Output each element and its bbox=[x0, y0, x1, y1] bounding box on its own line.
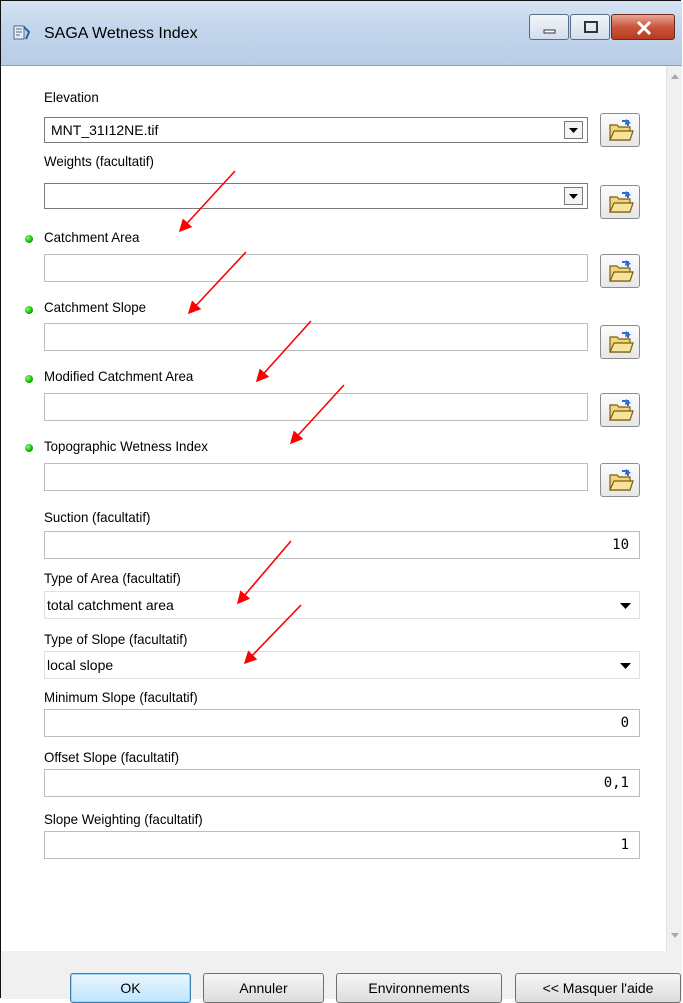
scroll-up-icon[interactable] bbox=[670, 72, 680, 80]
environments-button[interactable]: Environnements bbox=[336, 973, 502, 1003]
elevation-label: Elevation bbox=[44, 89, 99, 105]
open-folder-icon bbox=[609, 260, 634, 282]
type-of-slope-label: Type of Slope (facultatif) bbox=[44, 631, 188, 647]
minimum-slope-value: 0 bbox=[620, 715, 629, 731]
suction-label: Suction (facultatif) bbox=[44, 509, 151, 525]
offset-slope-value: 0,1 bbox=[603, 775, 629, 791]
cancel-button[interactable]: Annuler bbox=[203, 973, 324, 1003]
chevron-down-icon bbox=[620, 663, 631, 669]
type-of-slope-select[interactable]: local slope bbox=[44, 651, 640, 679]
type-of-area-label: Type of Area (facultatif) bbox=[44, 570, 181, 586]
topographic-wetness-index-label: Topographic Wetness Index bbox=[44, 438, 208, 454]
catchment-area-browse-button[interactable] bbox=[600, 254, 640, 288]
open-folder-icon bbox=[609, 119, 634, 141]
chevron-down-icon bbox=[569, 128, 578, 133]
minimize-icon bbox=[543, 29, 556, 34]
weights-browse-button[interactable] bbox=[600, 185, 640, 219]
open-folder-icon bbox=[609, 191, 634, 213]
close-icon bbox=[636, 20, 652, 36]
catchment-slope-input[interactable] bbox=[44, 323, 588, 351]
elevation-browse-button[interactable] bbox=[600, 113, 640, 147]
offset-slope-input[interactable]: 0,1 bbox=[44, 769, 640, 797]
slope-weighting-value: 1 bbox=[620, 837, 629, 853]
slope-weighting-label: Slope Weighting (facultatif) bbox=[44, 811, 203, 827]
topographic-wetness-index-browse-button[interactable] bbox=[600, 463, 640, 497]
chevron-down-icon bbox=[620, 603, 631, 609]
modified-catchment-area-label: Modified Catchment Area bbox=[44, 368, 194, 384]
suction-input[interactable]: 10 bbox=[44, 531, 640, 559]
window-title: SAGA Wetness Index bbox=[44, 25, 198, 42]
offset-slope-label: Offset Slope (facultatif) bbox=[44, 749, 180, 765]
vertical-scrollbar[interactable] bbox=[666, 66, 682, 951]
catchment-slope-browse-button[interactable] bbox=[600, 325, 640, 359]
elevation-combobox[interactable]: MNT_31I12NE.tif bbox=[44, 117, 588, 143]
required-indicator-icon bbox=[25, 306, 33, 314]
hide-help-button[interactable]: << Masquer l'aide bbox=[515, 973, 681, 1003]
title-bar[interactable]: SAGA Wetness Index bbox=[1, 1, 682, 66]
elevation-value: MNT_31I12NE.tif bbox=[51, 122, 159, 138]
maximize-icon bbox=[584, 21, 598, 33]
weights-dropdown-arrow[interactable] bbox=[564, 187, 583, 205]
minimize-button[interactable] bbox=[529, 14, 569, 40]
scroll-down-icon[interactable] bbox=[670, 932, 680, 940]
ok-button[interactable]: OK bbox=[70, 973, 191, 1003]
type-of-area-select[interactable]: total catchment area bbox=[44, 591, 640, 619]
weights-combobox[interactable] bbox=[44, 183, 588, 209]
minimum-slope-input[interactable]: 0 bbox=[44, 709, 640, 737]
topographic-wetness-index-input[interactable] bbox=[44, 463, 588, 491]
required-indicator-icon bbox=[25, 444, 33, 452]
modified-catchment-area-browse-button[interactable] bbox=[600, 393, 640, 427]
type-of-slope-value: local slope bbox=[47, 657, 114, 673]
weights-label: Weights (facultatif) bbox=[44, 153, 154, 169]
type-of-area-value: total catchment area bbox=[47, 597, 174, 613]
chevron-down-icon bbox=[569, 194, 578, 199]
maximize-button[interactable] bbox=[570, 14, 610, 40]
open-folder-icon bbox=[609, 469, 634, 491]
minimum-slope-label: Minimum Slope (facultatif) bbox=[44, 689, 198, 705]
elevation-dropdown-arrow[interactable] bbox=[564, 121, 583, 139]
catchment-slope-label: Catchment Slope bbox=[44, 299, 147, 315]
saga-tool-icon bbox=[12, 23, 32, 43]
close-button[interactable] bbox=[611, 14, 675, 40]
open-folder-icon bbox=[609, 399, 634, 421]
catchment-area-label: Catchment Area bbox=[44, 229, 140, 245]
suction-value: 10 bbox=[612, 537, 629, 553]
slope-weighting-input[interactable]: 1 bbox=[44, 831, 640, 859]
open-folder-icon bbox=[609, 331, 634, 353]
modified-catchment-area-input[interactable] bbox=[44, 393, 588, 421]
saga-wetness-index-dialog: SAGA Wetness Index Elevation MNT_31I12NE… bbox=[0, 0, 682, 999]
required-indicator-icon bbox=[25, 235, 33, 243]
catchment-area-input[interactable] bbox=[44, 254, 588, 282]
required-indicator-icon bbox=[25, 375, 33, 383]
